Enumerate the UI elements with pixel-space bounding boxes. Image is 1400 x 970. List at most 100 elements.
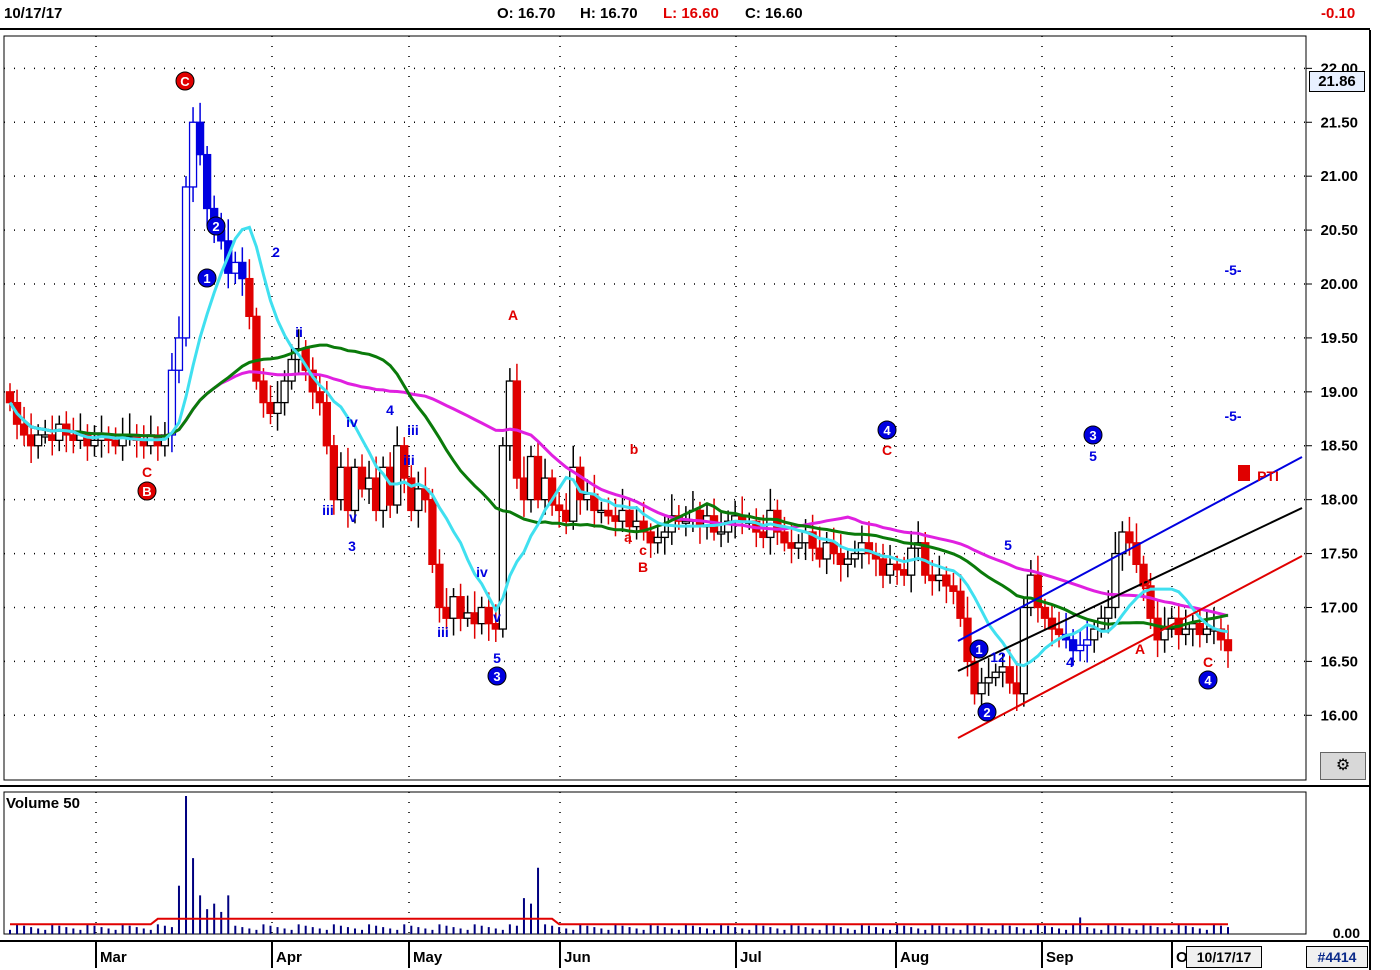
candle-body	[1033, 574, 1043, 609]
candle-body	[442, 606, 451, 619]
candle-body	[822, 542, 831, 560]
candle-body	[449, 596, 458, 619]
candle-body	[815, 547, 824, 560]
candle-body	[780, 531, 789, 544]
wave-label: 2	[212, 219, 219, 234]
pti-box	[1238, 465, 1250, 481]
chart-toolbox-icon[interactable]: ⚙	[1320, 752, 1366, 780]
candle-body	[977, 682, 986, 695]
y-tick-label: 18.50	[1320, 438, 1358, 455]
candle-body	[329, 445, 339, 501]
candle-body	[364, 477, 374, 490]
candle-body	[26, 434, 36, 447]
candle-body	[1195, 623, 1204, 636]
y-tick-label: 19.50	[1320, 330, 1358, 347]
y-tick-label: 17.50	[1320, 546, 1358, 563]
candle-body	[935, 574, 944, 582]
candle-body	[984, 676, 993, 684]
wave-label: 5	[1089, 448, 1097, 464]
candle-body	[836, 552, 845, 565]
candle-body	[195, 121, 205, 156]
volume-panel-title: Volume 50	[6, 795, 80, 812]
candle-body	[280, 380, 289, 404]
candle-body	[885, 563, 895, 576]
candle-body	[576, 466, 585, 501]
candle-body	[259, 380, 268, 404]
wave-label: A	[508, 307, 518, 323]
wave-label: 2	[983, 705, 990, 720]
wave-label: B	[142, 484, 151, 499]
candle-body	[794, 542, 803, 549]
candle-body	[336, 466, 346, 501]
footer-date: 10/17/17	[1186, 946, 1262, 968]
wave-label: C	[882, 442, 892, 458]
wave-label: 5	[493, 650, 501, 666]
candle-body	[956, 590, 965, 619]
wave-label: 3	[348, 538, 356, 554]
candle-body	[315, 391, 324, 404]
candle-body	[604, 509, 613, 517]
candle-body	[463, 612, 472, 619]
candle-body	[928, 574, 937, 582]
candle-body	[90, 439, 99, 447]
candle-body	[470, 612, 479, 625]
wave-label: ii	[295, 324, 303, 340]
candle-body	[41, 434, 50, 438]
wave-label: c	[639, 542, 647, 558]
y-tick-label: 16.00	[1320, 707, 1358, 724]
candle-body	[653, 536, 662, 544]
candle-body	[857, 542, 867, 555]
wave-label: v	[349, 509, 357, 525]
candle-body	[34, 434, 43, 447]
wave-label: 3	[493, 669, 500, 684]
wave-label: a	[624, 529, 632, 545]
candle-body	[238, 261, 247, 280]
candle-body	[660, 531, 669, 539]
x-tick-label: Sep	[1046, 949, 1074, 966]
candle-body	[428, 499, 437, 565]
wave-label: C	[1203, 654, 1213, 670]
candle-body	[174, 337, 184, 371]
candle-body	[899, 569, 909, 576]
wave-label: iv	[346, 414, 358, 430]
wave-label: 12	[990, 649, 1006, 665]
y-tick-label: 18.00	[1320, 492, 1358, 509]
candle-body	[759, 531, 768, 539]
wave-label: 2	[272, 244, 280, 260]
candle-body	[266, 401, 275, 415]
wave-label: C	[142, 464, 152, 480]
candle-body	[1181, 628, 1190, 636]
candle-body	[1040, 606, 1050, 619]
candle-body	[695, 509, 705, 528]
candle-body	[231, 261, 240, 274]
wave-label: A	[1135, 641, 1145, 657]
candle-body	[963, 617, 972, 663]
candle-body	[1104, 606, 1113, 619]
candle-body	[350, 466, 360, 512]
wave-label: v	[493, 609, 501, 625]
symbol-id: #4414	[1306, 946, 1368, 968]
wave-label: iii	[322, 502, 334, 518]
candle-body	[1019, 606, 1028, 695]
price-chart[interactable]: 22.0021.5021.0020.5020.0019.5019.0018.50…	[0, 0, 1400, 970]
candle-body	[787, 542, 796, 549]
x-tick-label: May	[413, 949, 443, 966]
candle-body	[435, 563, 444, 609]
y-tick-label: 20.00	[1320, 276, 1358, 293]
candle-body	[1223, 639, 1233, 652]
candle-body	[716, 531, 726, 535]
candle-body	[414, 488, 423, 512]
wave-label: 1	[975, 642, 982, 657]
candle-body	[597, 509, 606, 514]
candle-body	[477, 606, 486, 625]
candle-body	[1090, 628, 1099, 641]
candle-body	[681, 520, 691, 524]
candle-body	[519, 477, 529, 501]
candle-body	[942, 574, 951, 587]
candle-body	[970, 660, 979, 695]
candle-body	[526, 455, 536, 501]
y-tick-label: 21.50	[1320, 114, 1358, 131]
candle-body	[1202, 628, 1212, 636]
y-tick-label: 20.50	[1320, 222, 1358, 239]
candle-body	[555, 504, 564, 512]
